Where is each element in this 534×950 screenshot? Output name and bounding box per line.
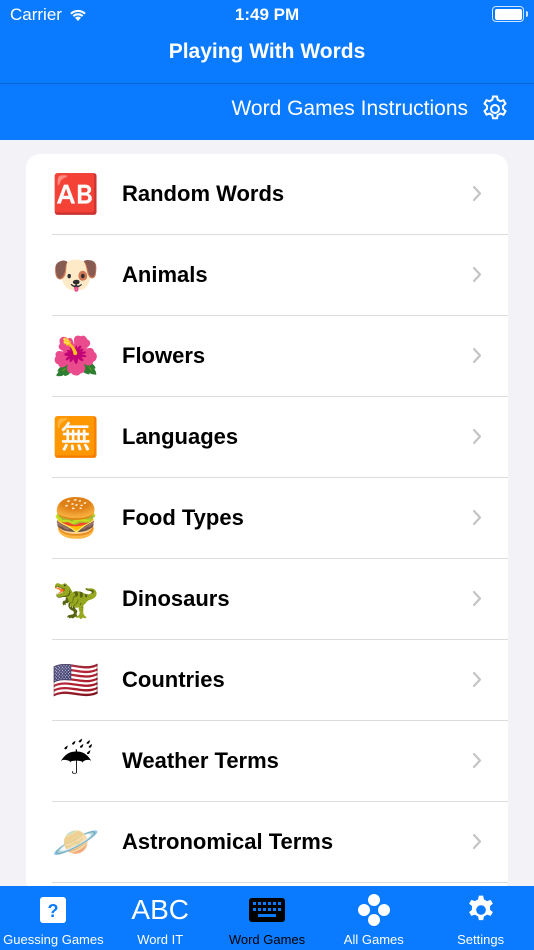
- svg-text:?: ?: [48, 901, 59, 921]
- list-item-label: Flowers: [122, 343, 206, 368]
- keyboard-icon: [248, 898, 285, 922]
- japanese-vacancy-icon: 🈚: [52, 417, 100, 459]
- umbrella-rain-icon: ☔: [58, 741, 94, 783]
- tab-label: Word Games: [228, 932, 306, 947]
- list-item-languages[interactable]: 🈚 Languages: [26, 397, 508, 478]
- list-item-label: Random Words: [122, 181, 285, 206]
- list-item-food-types[interactable]: 🍔 Food Types: [26, 478, 508, 559]
- us-flag-icon: 🇺🇸: [52, 660, 100, 702]
- list-item-label: Animals: [122, 262, 208, 287]
- tab-label: Word IT: [137, 932, 184, 947]
- list-item-weather-terms[interactable]: ☔ Weather Terms: [26, 721, 508, 802]
- ringed-planet-icon: 🪐: [52, 822, 100, 864]
- hibiscus-icon: 🌺: [52, 336, 100, 378]
- list-item-label: Weather Terms: [122, 748, 279, 773]
- abc-icon: ABC: [131, 894, 189, 925]
- chevron-right-icon: [472, 671, 482, 688]
- instructions-button[interactable]: Word Games Instructions: [231, 94, 510, 124]
- tab-guessing-games[interactable]: ? Guessing Games: [0, 886, 107, 950]
- tab-settings[interactable]: Settings: [427, 886, 534, 950]
- list-item-label: Languages: [122, 424, 239, 449]
- list-item-label: Astronomical Terms: [122, 829, 334, 854]
- tab-all-games[interactable]: All Games: [320, 886, 427, 950]
- chevron-right-icon: [472, 752, 482, 769]
- list-item-astronomical-terms[interactable]: 🪐 Astronomical Terms: [26, 802, 508, 883]
- tab-word-it[interactable]: ABC Word IT: [107, 886, 214, 950]
- page-title: Playing With Words: [168, 40, 366, 63]
- list-item-random-words[interactable]: 🆎 Random Words: [26, 154, 508, 235]
- list-item-flowers[interactable]: 🌺 Flowers: [26, 316, 508, 397]
- battery-icon: [492, 6, 528, 22]
- tab-label: All Games: [343, 932, 404, 947]
- chevron-right-icon: [472, 833, 482, 850]
- gear-icon: [468, 895, 493, 921]
- list-item-dinosaurs[interactable]: 🦖 Dinosaurs: [26, 559, 508, 640]
- chevron-right-icon: [472, 266, 482, 283]
- settings-gear-icon[interactable]: [480, 94, 510, 124]
- question-mark-icon: ?: [40, 897, 67, 923]
- tab-bar: ? Guessing Games ABC Word IT Word Games: [0, 886, 534, 950]
- dog-face-icon: 🐶: [52, 255, 100, 297]
- status-time: 1:49 PM: [234, 5, 300, 24]
- tab-word-games[interactable]: Word Games: [214, 886, 321, 950]
- ab-button-icon: 🆎: [52, 174, 100, 216]
- row-divider: [52, 882, 508, 883]
- instructions-label: Word Games Instructions: [231, 97, 468, 120]
- list-item-animals[interactable]: 🐶 Animals: [26, 235, 508, 316]
- chevron-right-icon: [472, 509, 482, 526]
- game-controller-icon: [357, 894, 390, 926]
- t-rex-icon: 🦖: [52, 579, 100, 621]
- word-category-list: 🆎 Random Words 🐶 Animals 🌺 Flowers 🈚 Lan…: [26, 154, 508, 894]
- list-item-label: Dinosaurs: [122, 586, 230, 611]
- list-item-countries[interactable]: 🇺🇸 Countries: [26, 640, 508, 721]
- hamburger-icon: 🍔: [52, 498, 100, 540]
- tab-label: Guessing Games: [3, 932, 104, 947]
- list-item-label: Countries: [122, 667, 225, 692]
- header-divider: [0, 83, 534, 84]
- chevron-right-icon: [472, 347, 482, 364]
- status-bar: Carrier 1:49 PM: [0, 0, 534, 30]
- chevron-right-icon: [472, 428, 482, 445]
- list-item-label: Food Types: [122, 505, 244, 530]
- tab-label: Settings: [457, 932, 505, 947]
- chevron-right-icon: [472, 185, 482, 202]
- chevron-right-icon: [472, 590, 482, 607]
